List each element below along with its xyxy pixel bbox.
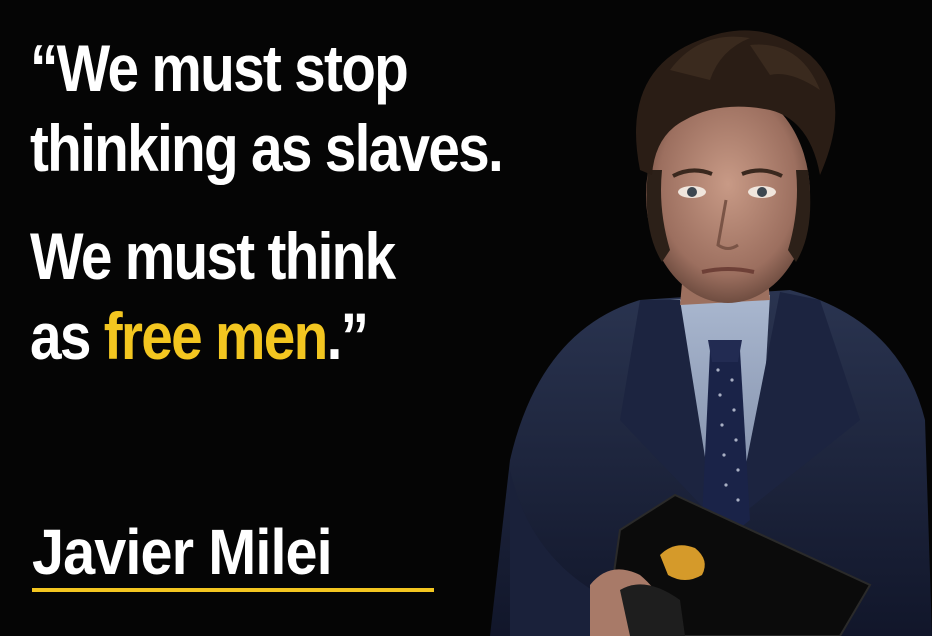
quote-line-2: thinking as slaves. xyxy=(30,111,504,185)
quote-line-4-prefix: as xyxy=(30,299,104,373)
author-underline xyxy=(32,588,434,592)
quote-line-4-suffix: .” xyxy=(326,299,369,373)
quote-line-3: We must think xyxy=(30,219,396,293)
highlight-text: free men xyxy=(103,299,329,373)
quote-card: “We must stop thinking as slaves. We mus… xyxy=(0,0,932,636)
author-name: Javier Milei xyxy=(32,516,333,588)
quote-text: “We must stop thinking as slaves. We mus… xyxy=(30,28,546,376)
quote-line-4: as free men.” xyxy=(30,296,546,376)
quote-line-1: “We must stop xyxy=(30,31,409,105)
